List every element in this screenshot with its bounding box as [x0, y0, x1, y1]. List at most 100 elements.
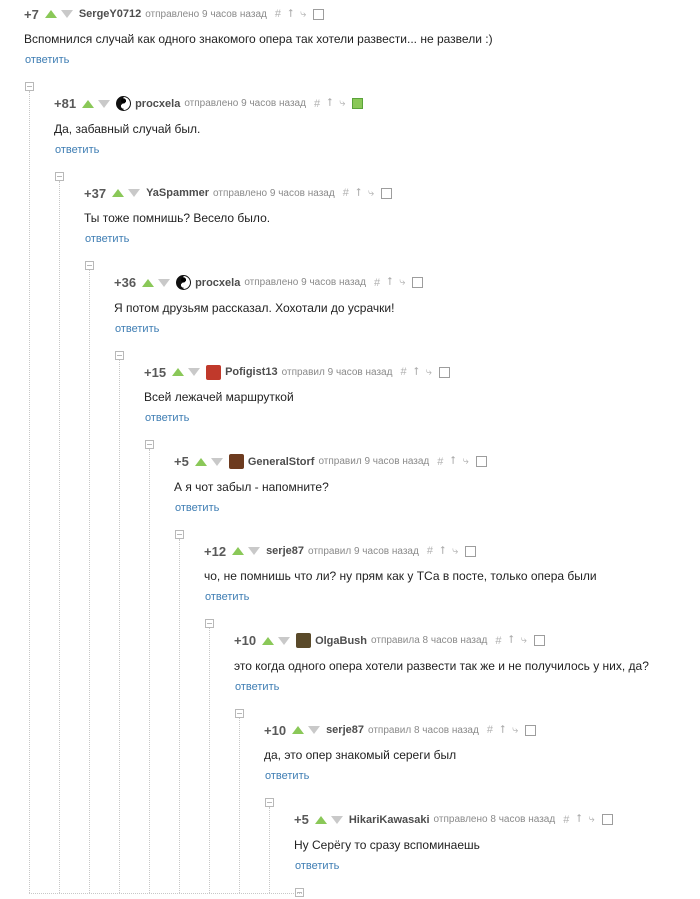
comment-link-icon[interactable]: # [563, 814, 569, 826]
vote-up-icon[interactable] [82, 99, 95, 108]
collapse-toggle[interactable] [145, 440, 154, 449]
reply-link[interactable]: ответить [85, 233, 129, 245]
user-avatar[interactable] [228, 454, 244, 469]
collapse-toggle[interactable] [115, 350, 124, 360]
user-avatar[interactable] [206, 364, 222, 380]
save-comment-icon[interactable] [381, 187, 393, 199]
vote-down-icon[interactable] [308, 726, 321, 734]
collapse-toggle[interactable] [175, 529, 184, 539]
comment-link-icon[interactable]: # [374, 277, 380, 289]
collapse-toggle[interactable] [235, 708, 244, 718]
comment-author[interactable]: serje87 [326, 724, 364, 736]
comment-tree-icon[interactable]: ⤷ [368, 187, 374, 200]
vote-down-icon[interactable] [128, 189, 141, 197]
parent-comment-icon[interactable]: ⭡ [387, 276, 392, 289]
parent-comment-icon[interactable]: ⭡ [327, 97, 332, 110]
comment-tree-icon[interactable]: ⤷ [452, 545, 458, 558]
reply-link[interactable]: ответить [115, 323, 159, 335]
collapse-toggle[interactable] [55, 171, 64, 181]
user-avatar[interactable] [176, 275, 192, 290]
parent-comment-icon[interactable]: ⭡ [356, 187, 361, 200]
parent-comment-icon[interactable]: ⭡ [500, 724, 505, 737]
vote-up-icon[interactable] [172, 368, 185, 376]
parent-comment-icon[interactable]: ⭡ [288, 8, 293, 21]
comment-link-icon[interactable]: # [487, 724, 493, 736]
save-comment-icon[interactable] [465, 545, 477, 557]
collapse-toggle[interactable] [85, 261, 94, 270]
reply-link[interactable]: ответить [25, 54, 69, 66]
vote-down-icon[interactable] [248, 547, 261, 555]
vote-up-icon[interactable] [314, 815, 327, 824]
comment-header: +81 procxela отправлено 9 часов назад # ⭡ ⤷ [54, 96, 364, 112]
comment-tree-icon[interactable]: ⤷ [512, 724, 518, 737]
parent-comment-icon[interactable]: ⭡ [509, 634, 514, 647]
collapse-toggle[interactable] [25, 82, 34, 91]
comment-tree-icon[interactable]: ⤷ [463, 455, 469, 468]
collapse-toggle[interactable] [295, 887, 304, 897]
parent-comment-icon[interactable]: ⭡ [414, 366, 419, 379]
parent-comment-icon[interactable]: ⭡ [440, 545, 445, 558]
save-comment-icon[interactable] [475, 456, 487, 467]
vote-down-icon[interactable] [210, 457, 223, 466]
comment-tree-icon[interactable]: ⤷ [339, 97, 345, 110]
vote-up-icon[interactable] [292, 726, 305, 734]
vote-down-icon[interactable] [278, 636, 291, 645]
reply-link[interactable]: ответить [235, 681, 279, 693]
comment-time: отправил 9 часов назад [308, 545, 419, 557]
save-comment-icon[interactable] [533, 635, 545, 646]
user-avatar[interactable] [116, 96, 132, 111]
vote-down-icon[interactable] [98, 99, 111, 108]
parent-comment-icon[interactable]: ⭡ [576, 813, 581, 826]
comment-tree-icon[interactable]: ⤷ [300, 8, 306, 21]
comment-tree-icon[interactable]: ⤷ [426, 366, 432, 379]
comment-link-icon[interactable]: # [314, 98, 320, 110]
parent-comment-icon[interactable]: ⭡ [450, 455, 455, 468]
reply-link[interactable]: ответить [295, 860, 339, 872]
reply-link[interactable]: ответить [175, 502, 219, 514]
comment-tree-icon[interactable]: ⤷ [399, 276, 405, 289]
collapse-toggle[interactable] [265, 798, 274, 807]
save-comment-icon[interactable] [438, 366, 450, 378]
comment-author[interactable]: serje87 [266, 545, 304, 557]
vote-up-icon[interactable] [44, 10, 57, 18]
user-avatar[interactable] [296, 633, 312, 648]
comment-author[interactable]: GeneralStorf [248, 456, 315, 468]
vote-down-icon[interactable] [188, 368, 201, 376]
save-comment-icon[interactable] [601, 814, 613, 825]
thread-guide-line [209, 628, 210, 893]
comment-link-icon[interactable]: # [437, 456, 443, 468]
comment-link-icon[interactable]: # [400, 366, 406, 378]
save-comment-icon[interactable] [313, 8, 325, 20]
comment-author[interactable]: HikariKawasaki [349, 814, 430, 826]
comment-author[interactable]: procxela [195, 277, 240, 289]
vote-down-icon[interactable] [330, 815, 343, 824]
comment-link-icon[interactable]: # [343, 187, 349, 199]
vote-up-icon[interactable] [112, 189, 125, 197]
comment-author[interactable]: procxela [135, 98, 180, 110]
vote-down-icon[interactable] [158, 278, 171, 287]
comment-tree-icon[interactable]: ⤷ [521, 634, 527, 647]
save-comment-icon[interactable] [412, 277, 424, 288]
vote-up-icon[interactable] [262, 636, 275, 645]
vote-up-icon[interactable] [232, 547, 245, 555]
comment-author[interactable]: SergeY0712 [79, 8, 141, 20]
comment-tree-icon[interactable]: ⤷ [588, 813, 594, 826]
save-comment-icon[interactable] [352, 98, 364, 109]
comment-link-icon[interactable]: # [275, 8, 281, 20]
vote-up-icon[interactable] [142, 278, 155, 287]
comment-link-icon[interactable]: # [427, 545, 433, 557]
save-comment-icon[interactable] [525, 724, 537, 736]
reply-link[interactable]: ответить [205, 591, 249, 603]
comment-author[interactable]: Pofigist13 [225, 366, 278, 378]
comment-author[interactable]: YaSpammer [146, 187, 209, 199]
collapse-toggle[interactable] [205, 619, 214, 628]
vote-down-icon[interactable] [60, 10, 73, 18]
reply-link[interactable]: ответить [55, 144, 99, 156]
comment-rating: +12 [204, 543, 227, 559]
vote-up-icon[interactable] [194, 457, 207, 466]
comment-link-icon[interactable]: # [495, 635, 501, 647]
reply-link[interactable]: ответить [145, 412, 189, 424]
comment-time: отправлено 9 часов назад [145, 8, 267, 20]
comment-author[interactable]: OlgaBush [315, 635, 367, 647]
reply-link[interactable]: ответить [265, 770, 309, 782]
